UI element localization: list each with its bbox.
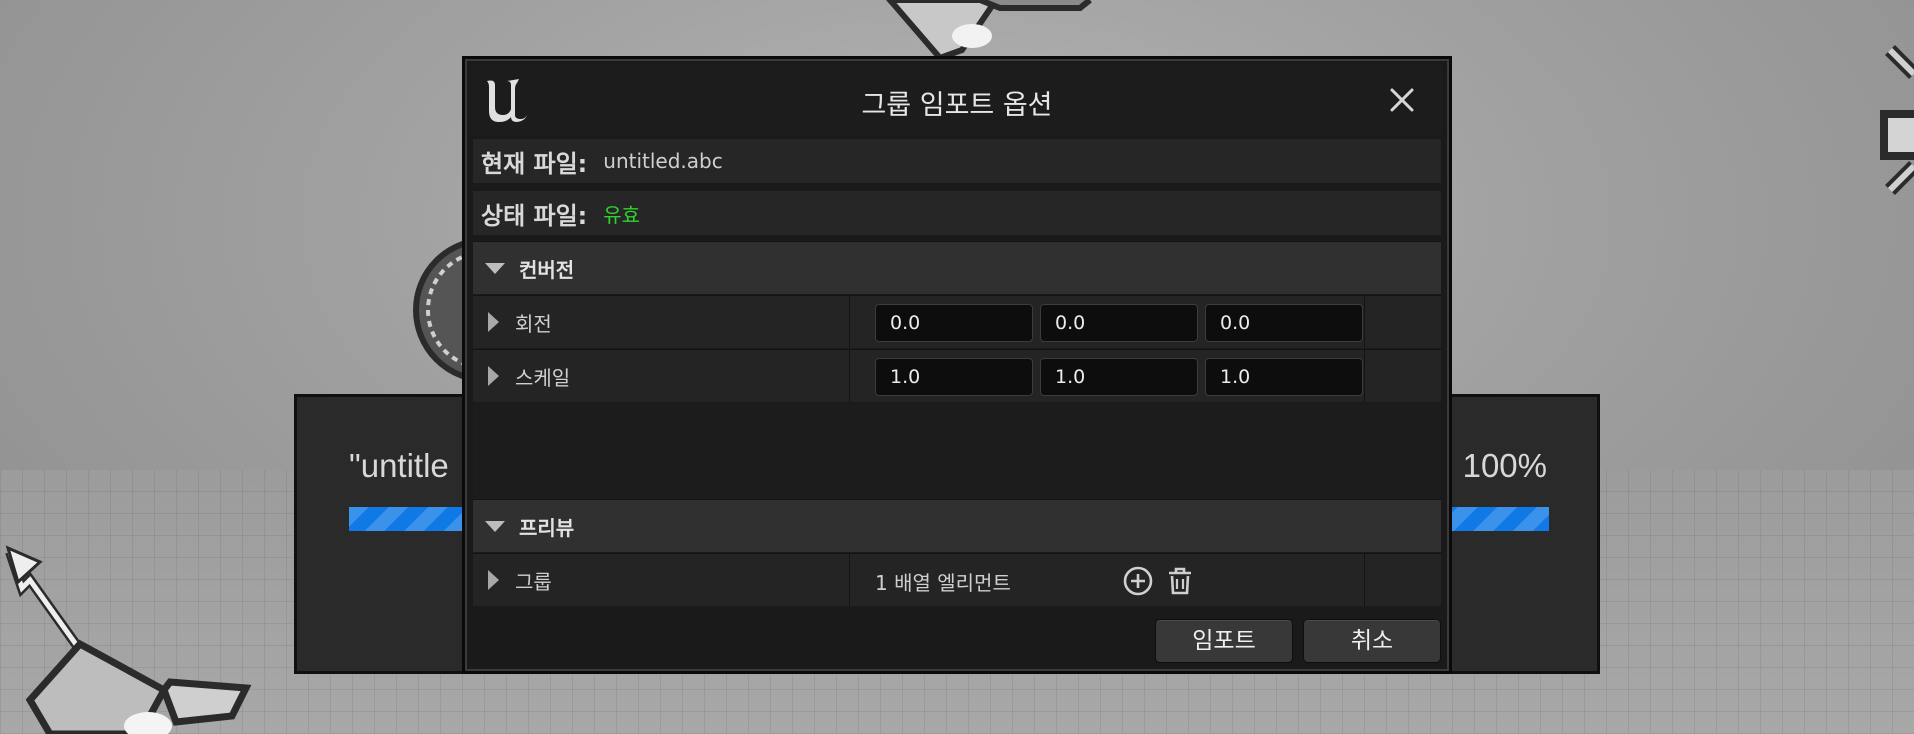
group-label: 그룹 xyxy=(515,569,552,594)
rotation-x-input[interactable]: 0.0 xyxy=(875,304,1033,342)
rotation-y-input[interactable]: 0.0 xyxy=(1040,304,1198,342)
expand-arrow-icon[interactable] xyxy=(488,570,499,590)
details-empty-area xyxy=(473,403,1441,499)
section-conversion-header[interactable]: 컨버전 xyxy=(473,241,1441,294)
group-row: 그룹 1 배열 엘리먼트 xyxy=(473,553,1441,606)
scale-row: 스케일 1.0 1.0 1.0 xyxy=(473,349,1441,402)
file-status-value: 유효 xyxy=(603,202,641,227)
rotation-label: 회전 xyxy=(515,311,552,336)
current-file-row: 현재 파일: untitled.abc xyxy=(473,139,1441,183)
scale-label: 스케일 xyxy=(515,365,571,390)
light-gizmo-bottom-icon xyxy=(5,545,252,734)
sun-gizmo-icon xyxy=(1880,45,1914,195)
file-status-label: 상태 파일: xyxy=(481,201,588,230)
section-preview-header[interactable]: 프리뷰 xyxy=(473,499,1441,552)
rotation-values: 0.0 0.0 0.0 xyxy=(849,296,1367,348)
scale-values: 1.0 1.0 1.0 xyxy=(849,350,1367,402)
dialog-title: 그룹 임포트 옵션 xyxy=(861,90,1053,121)
scale-reset-cell xyxy=(1364,350,1441,402)
scale-y-input[interactable]: 1.0 xyxy=(1040,358,1198,396)
rotation-row: 회전 0.0 0.0 0.0 xyxy=(473,295,1441,348)
dialog-titlebar[interactable]: 그룹 임포트 옵션 xyxy=(471,65,1443,135)
scale-name-cell: 스케일 xyxy=(473,350,850,402)
add-circle-icon[interactable] xyxy=(1121,564,1155,598)
group-import-options-dialog: 그룹 임포트 옵션 현재 파일: untitled.abc 상태 파일: 유효 … xyxy=(462,56,1452,674)
section-preview-title: 프리뷰 xyxy=(519,515,575,540)
light-gizmo-top-icon xyxy=(886,0,1092,62)
close-icon[interactable] xyxy=(1387,85,1417,115)
current-file-value: untitled.abc xyxy=(603,149,723,173)
collapse-arrow-icon[interactable] xyxy=(485,262,505,274)
collapse-arrow-icon[interactable] xyxy=(485,520,505,532)
group-array-count: 1 배열 엘리먼트 xyxy=(875,571,1011,595)
group-reset-cell xyxy=(1364,554,1441,606)
rotation-z-input[interactable]: 0.0 xyxy=(1205,304,1363,342)
expand-arrow-icon[interactable] xyxy=(488,366,499,386)
expand-arrow-icon[interactable] xyxy=(488,312,499,332)
trash-icon[interactable] xyxy=(1163,564,1197,598)
group-values: 1 배열 엘리먼트 xyxy=(849,554,1367,606)
section-conversion-title: 컨버전 xyxy=(519,257,575,282)
dial-gizmo-icon xyxy=(413,239,466,381)
group-name-cell: 그룹 xyxy=(473,554,850,606)
progress-title: "untitle xyxy=(349,447,449,484)
import-button[interactable]: 임포트 xyxy=(1155,619,1293,663)
file-status-row: 상태 파일: 유효 xyxy=(473,191,1441,235)
rotation-reset-cell xyxy=(1364,296,1441,348)
cancel-button[interactable]: 취소 xyxy=(1303,619,1441,663)
scale-x-input[interactable]: 1.0 xyxy=(875,358,1033,396)
progress-percent: 100% xyxy=(1462,447,1547,484)
current-file-label: 현재 파일: xyxy=(481,149,588,178)
rotation-name-cell: 회전 xyxy=(473,296,850,348)
scale-z-input[interactable]: 1.0 xyxy=(1205,358,1363,396)
